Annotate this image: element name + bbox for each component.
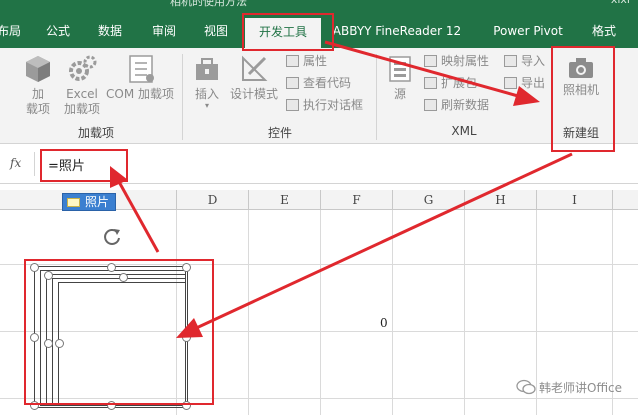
tab-power-pivot[interactable]: Power Pivot [482,14,574,48]
highlight-picture [24,259,214,405]
properties-icon [286,55,299,67]
grid-line [392,210,393,415]
com-addins-button[interactable]: COM 加载项 [104,54,176,102]
xml-source-button[interactable]: 源 [384,54,416,102]
map-properties-button[interactable]: 映射属性 [424,52,489,70]
map-properties-icon [424,55,437,67]
expansion-pack-icon [424,77,437,89]
column-header-e[interactable]: E [248,190,320,210]
wechat-icon [516,379,536,395]
view-code-button[interactable]: 查看代码 [286,74,351,92]
expansion-pack-label: 扩展包 [441,76,478,90]
run-dialog-label: 执行对话框 [303,98,364,112]
group-separator [376,54,377,140]
cell-value[interactable]: 0 [380,316,388,330]
expansion-pack-button[interactable]: 扩展包 [424,74,477,92]
tooltip-label: 照片 [85,195,110,209]
ribbon: 加 载项 Excel 加载项 COM 加载项 加载项 插入 ▾ 设计模式 属性 … [0,48,638,144]
group-separator [182,54,183,140]
run-dialog-icon [286,99,299,111]
view-code-label: 查看代码 [303,76,352,90]
excel-addins-button[interactable]: Excel 加载项 [60,54,104,117]
properties-button[interactable]: 属性 [286,52,327,70]
rotate-handle-icon[interactable] [102,226,122,246]
com-addins-label: COM 加载项 [106,87,174,101]
column-header-next[interactable] [612,190,638,210]
refresh-data-label: 刷新数据 [441,98,490,112]
gears-icon [69,55,97,81]
watermark-text: 韩老师讲Office [539,381,623,395]
formula-separator [34,152,35,176]
chevron-down-icon: ▾ [204,101,209,110]
grid-line [464,210,465,415]
run-dialog-button[interactable]: 执行对话框 [286,96,363,114]
column-header-f[interactable]: F [320,190,392,210]
properties-label: 属性 [303,54,328,68]
export-label: 导出 [521,76,546,90]
tab-format[interactable]: 格式 [586,14,622,48]
tab-abbyy[interactable]: ABBYY FineReader 12 [332,14,462,48]
grid-line [248,210,249,415]
com-addin-icon [129,55,154,83]
insert-label: 插入 [194,87,219,101]
column-header-h[interactable]: H [464,190,536,210]
title-bar: 相机的使用方法 xixi [0,0,638,14]
design-mode-label: 设计模式 [229,87,278,101]
cube-icon [26,56,50,82]
tab-data[interactable]: 数据 [92,14,128,48]
source-label: 源 [393,87,406,101]
fx-icon[interactable]: fx [10,156,21,170]
highlight-camera-button [551,46,615,152]
tab-review[interactable]: 审阅 [146,14,182,48]
excel-addins-label: Excel 加载项 [63,87,100,116]
column-header-i[interactable]: I [536,190,612,210]
refresh-data-button[interactable]: 刷新数据 [424,96,489,114]
controls-group-label: 控件 [267,126,292,140]
export-button[interactable]: 导出 [504,74,545,92]
tab-layout[interactable]: 布局 [0,14,24,48]
addins-group-label: 加载项 [77,126,114,140]
import-label: 导入 [521,54,546,68]
export-icon [504,77,517,89]
xml-source-icon [389,56,411,82]
addins-label: 加 载项 [25,87,50,116]
window-title: 相机的使用方法 [170,0,247,8]
insert-control-button[interactable]: 插入 ▾ [190,54,224,110]
refresh-data-icon [424,99,437,111]
user-name: xixi [611,0,630,6]
xml-group-label: XML [451,124,477,138]
tab-formulas[interactable]: 公式 [40,14,76,48]
highlight-formula [40,149,128,182]
watermark: 韩老师讲Office [516,379,622,396]
toolbox-icon [196,58,218,80]
range-name-icon [67,198,80,207]
column-header-d[interactable]: D [176,190,248,210]
addins-button[interactable]: 加 载项 [18,54,58,117]
import-button[interactable]: 导入 [504,52,545,70]
name-tooltip: 照片 [62,193,117,211]
import-icon [504,55,517,67]
view-code-icon [286,77,299,89]
column-header-g[interactable]: G [392,190,464,210]
design-mode-button[interactable]: 设计模式 [226,54,282,102]
map-properties-label: 映射属性 [441,54,490,68]
highlight-developer-tab [242,13,334,51]
tab-view[interactable]: 视图 [198,14,234,48]
design-ruler-icon [242,55,268,81]
grid-line [320,210,321,415]
